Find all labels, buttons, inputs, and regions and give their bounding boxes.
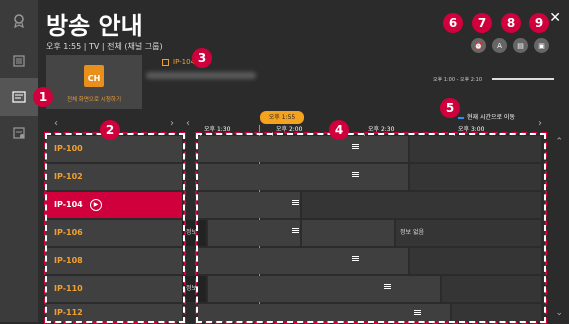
schedule-icon xyxy=(13,127,25,139)
fullscreen-label: 전체 화면으로 시청하기 xyxy=(66,97,122,103)
channel-prev-icon[interactable]: ‹ xyxy=(54,118,58,129)
guide-icon xyxy=(12,91,26,103)
sidebar-item-list[interactable] xyxy=(0,42,38,80)
channel-list-highlight-inner xyxy=(45,133,185,323)
time-range-bar xyxy=(492,78,554,80)
badge-2: 2 xyxy=(100,120,120,140)
program-grid-highlight-inner xyxy=(196,133,546,323)
ad-icon[interactable]: A xyxy=(492,38,507,53)
now-time-bubble: 오후 1:55 xyxy=(260,111,304,124)
channel-box-icon xyxy=(162,58,169,66)
time-range: 오후 1:00 - 오후 2:10 xyxy=(433,77,483,83)
scroll-down-icon[interactable]: ⌄ xyxy=(555,308,563,318)
badge-7: 7 xyxy=(472,13,492,33)
record-icon[interactable]: ▤ xyxy=(513,38,528,53)
scroll-up-icon[interactable]: ⌃ xyxy=(555,137,563,147)
badge-8: 8 xyxy=(501,13,521,33)
badge-5: 5 xyxy=(440,98,460,118)
medal-icon xyxy=(14,14,24,28)
badge-4: 4 xyxy=(329,120,349,140)
badge-9: 9 xyxy=(529,13,549,33)
preview-thumbnail[interactable]: CH 전체 화면으로 시청하기 xyxy=(46,55,142,109)
page-subtitle: 오후 1:55 | TV | 전체 (채널 그룹) xyxy=(46,42,163,51)
channel-icon: CH xyxy=(84,65,104,87)
go-to-now-button[interactable]: 현재 시간으로 이동 xyxy=(458,112,515,121)
reminder-icon[interactable]: ⏰ xyxy=(471,38,486,53)
sidebar-item-ranking[interactable] xyxy=(0,2,38,40)
badge-6: 6 xyxy=(443,13,463,33)
sidebar xyxy=(0,0,38,322)
current-channel: IP-104 xyxy=(162,58,195,66)
program-info-blurred xyxy=(146,72,256,79)
time-prev-icon[interactable]: ‹ xyxy=(186,118,190,129)
toolbar-icons: ⏰ A ▤ ▣ xyxy=(471,38,549,53)
time-next-icon[interactable]: › xyxy=(538,118,542,129)
view-icon[interactable]: ▣ xyxy=(534,38,549,53)
badge-1: 1 xyxy=(33,87,53,107)
sidebar-item-schedule[interactable] xyxy=(0,114,38,152)
channel-next-icon[interactable]: › xyxy=(170,118,174,129)
page-title: 방송 안내 xyxy=(46,12,143,40)
close-button[interactable]: ✕ xyxy=(549,10,561,26)
list-icon xyxy=(13,55,25,67)
badge-3: 3 xyxy=(192,48,212,68)
